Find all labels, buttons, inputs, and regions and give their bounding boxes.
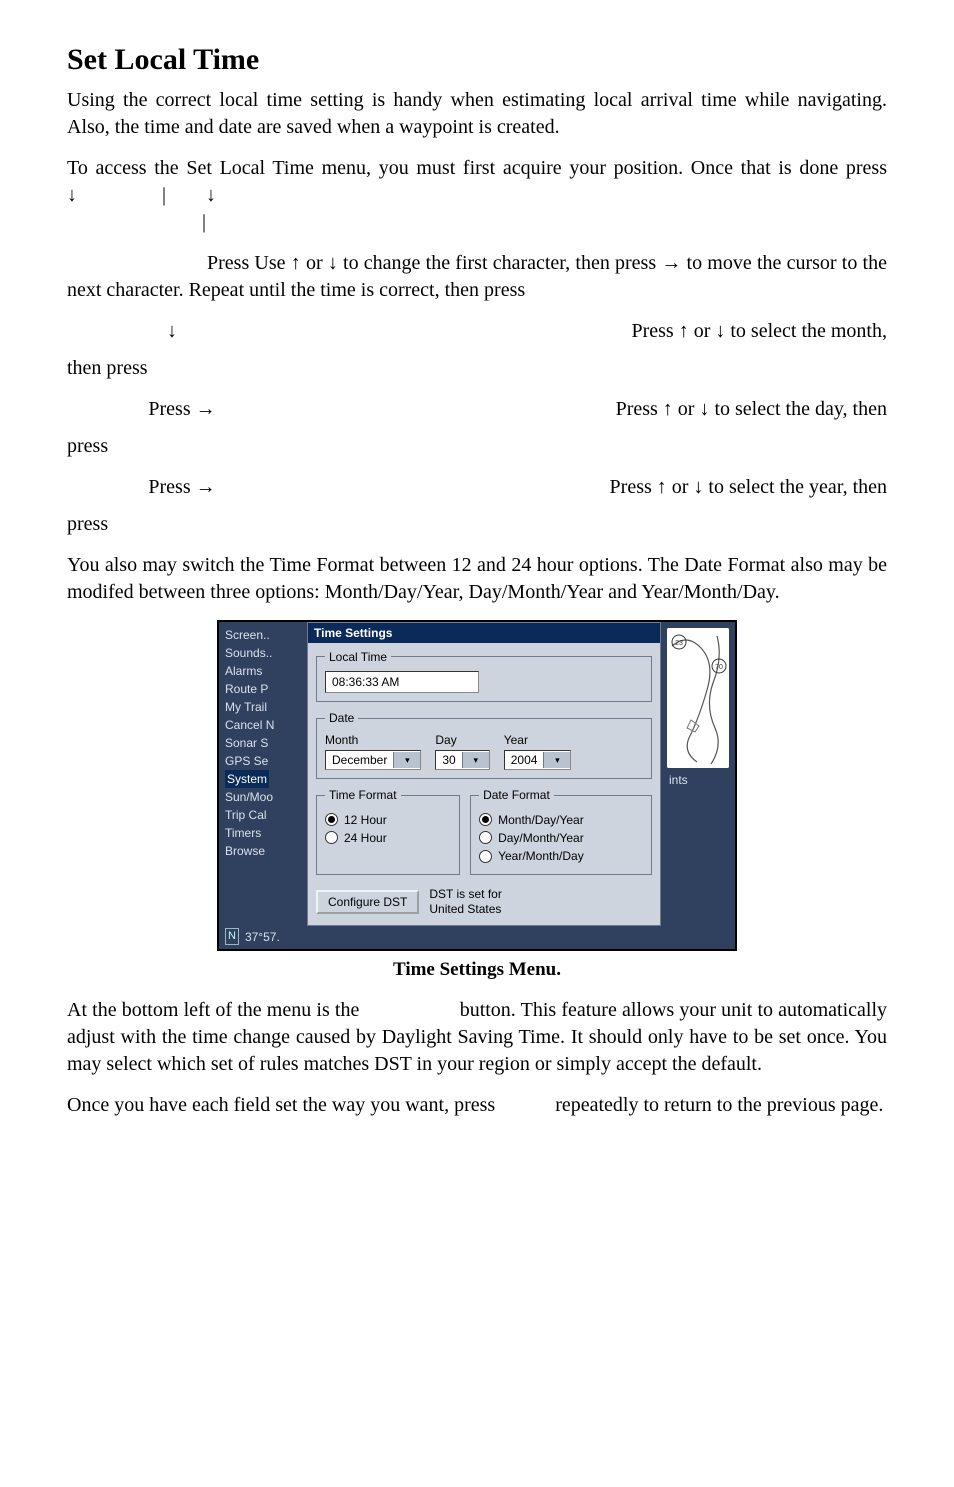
radio-label: Year/Month/Day bbox=[498, 848, 584, 864]
dst-note-line2: United States bbox=[429, 902, 501, 916]
radio-24hour[interactable]: 24 Hour bbox=[325, 830, 451, 846]
day-line: Press → Press ↑ or ↓ to select the day, … bbox=[67, 396, 887, 423]
paragraph-intro: Using the correct local time setting is … bbox=[67, 87, 887, 141]
local-time-legend: Local Time bbox=[325, 649, 391, 665]
year-value: 2004 bbox=[505, 752, 544, 768]
side-item[interactable]: GPS Se bbox=[225, 752, 303, 770]
radio-label: Month/Day/Year bbox=[498, 812, 584, 828]
side-menu: Screen.. Sounds.. Alarms Route P My Trai… bbox=[219, 622, 307, 927]
dst-note-line1: DST is set for bbox=[429, 887, 501, 901]
radio-icon bbox=[479, 831, 492, 844]
configure-dst-button[interactable]: Configure DST bbox=[316, 890, 419, 914]
time-format-legend: Time Format bbox=[325, 787, 401, 803]
date-format-legend: Date Format bbox=[479, 787, 554, 803]
radio-ymd[interactable]: Year/Month/Day bbox=[479, 848, 643, 864]
side-item[interactable]: Sun/Moo bbox=[225, 788, 303, 806]
side-item[interactable]: Timers bbox=[225, 824, 303, 842]
chevron-down-icon[interactable]: ▾ bbox=[393, 752, 420, 768]
figure: Screen.. Sounds.. Alarms Route P My Trai… bbox=[67, 620, 887, 952]
press-right: Press → bbox=[67, 396, 297, 423]
radio-label: Day/Month/Year bbox=[498, 830, 584, 846]
month-label: Month bbox=[325, 732, 421, 748]
dst-note: DST is set for United States bbox=[429, 887, 501, 917]
radio-mdy[interactable]: Month/Day/Year bbox=[479, 812, 643, 828]
side-item[interactable]: Cancel N bbox=[225, 716, 303, 734]
radio-label: 12 Hour bbox=[344, 812, 387, 828]
year-line: Press → Press ↑ or ↓ to select the year,… bbox=[67, 474, 887, 501]
day-select[interactable]: 30 ▾ bbox=[435, 750, 489, 770]
month-line: ↓ Press ↑ or ↓ to select the month, bbox=[67, 318, 887, 345]
paragraph-dst: At the bottom left of the menu is the bu… bbox=[67, 997, 887, 1078]
month-value: December bbox=[326, 752, 393, 768]
dialog-title: Time Settings bbox=[308, 623, 660, 643]
month-select[interactable]: December ▾ bbox=[325, 750, 421, 770]
text: To access the Set Local Time menu, you m… bbox=[67, 157, 887, 179]
side-item[interactable]: Trip Cal bbox=[225, 806, 303, 824]
text: repeatedly to return to the previous pag… bbox=[555, 1094, 883, 1116]
arrow-sequence: ↓ | ↓ bbox=[67, 184, 216, 206]
radio-dmy[interactable]: Day/Month/Year bbox=[479, 830, 643, 846]
right-label: ints bbox=[661, 772, 735, 788]
side-item[interactable]: My Trail bbox=[225, 698, 303, 716]
side-item[interactable]: Route P bbox=[225, 680, 303, 698]
paragraph-access: To access the Set Local Time menu, you m… bbox=[67, 155, 887, 236]
side-item[interactable]: Sonar S bbox=[225, 734, 303, 752]
page-title: Set Local Time bbox=[67, 40, 887, 81]
day-label: Day bbox=[435, 732, 489, 748]
side-item[interactable]: Alarms bbox=[225, 662, 303, 680]
paragraph-exit: Once you have each field set the way you… bbox=[67, 1092, 887, 1119]
press-right: Press → bbox=[67, 474, 297, 501]
map-preview: 23 70 bbox=[667, 628, 729, 768]
time-settings-dialog: Time Settings Local Time 08:36:33 AM Dat… bbox=[307, 622, 661, 927]
date-format-group: Date Format Month/Day/Year Day/Month/Yea… bbox=[470, 787, 652, 875]
radio-icon bbox=[479, 850, 492, 863]
chevron-down-icon[interactable]: ▾ bbox=[462, 752, 489, 768]
then-press: then press bbox=[67, 355, 887, 382]
text: At the bottom left of the menu is the bbox=[67, 999, 359, 1021]
press-word: press bbox=[67, 511, 887, 538]
coord-bar: N 37°57. bbox=[219, 926, 735, 949]
screenshot: Screen.. Sounds.. Alarms Route P My Trai… bbox=[217, 620, 737, 952]
side-item-selected[interactable]: System bbox=[225, 770, 269, 788]
day-value: 30 bbox=[436, 752, 461, 768]
side-item[interactable]: Sounds.. bbox=[225, 644, 303, 662]
hwy-shield: 23 bbox=[675, 640, 683, 647]
coord-text: 37°57. bbox=[245, 929, 280, 945]
chevron-down-icon[interactable]: ▾ bbox=[543, 752, 570, 768]
date-group: Date Month December ▾ Day bbox=[316, 710, 652, 779]
text: Press ↑ or ↓ to select the day, then bbox=[297, 396, 887, 423]
down-arrow: ↓ bbox=[67, 318, 277, 345]
paragraph-formats: You also may switch the Time Format betw… bbox=[67, 552, 887, 606]
map-preview-column: 23 70 ints bbox=[661, 622, 735, 927]
press-word: press bbox=[67, 433, 887, 460]
radio-icon bbox=[325, 831, 338, 844]
north-icon: N bbox=[225, 928, 239, 945]
year-label: Year bbox=[504, 732, 572, 748]
radio-label: 24 Hour bbox=[344, 830, 387, 846]
radio-icon bbox=[325, 813, 338, 826]
year-select[interactable]: 2004 ▾ bbox=[504, 750, 572, 770]
date-legend: Date bbox=[325, 710, 358, 726]
side-item[interactable]: Browse bbox=[225, 842, 303, 860]
text: Press ↑ or ↓ to select the year, then bbox=[297, 474, 887, 501]
figure-caption: Time Settings Menu. bbox=[67, 957, 887, 983]
radio-12hour[interactable]: 12 Hour bbox=[325, 812, 451, 828]
text: Press ↑ or ↓ to select the month, bbox=[277, 318, 887, 345]
time-format-group: Time Format 12 Hour 24 Hour bbox=[316, 787, 460, 875]
local-time-field[interactable]: 08:36:33 AM bbox=[325, 671, 479, 693]
paragraph-press-use: Press Use ↑ or ↓ to change the first cha… bbox=[67, 250, 887, 304]
hwy-shield: 70 bbox=[715, 664, 723, 671]
pipe-char: | bbox=[202, 211, 206, 233]
local-time-group: Local Time 08:36:33 AM bbox=[316, 649, 652, 702]
text: Once you have each field set the way you… bbox=[67, 1094, 495, 1116]
radio-icon bbox=[479, 813, 492, 826]
side-item[interactable]: Screen.. bbox=[225, 626, 303, 644]
